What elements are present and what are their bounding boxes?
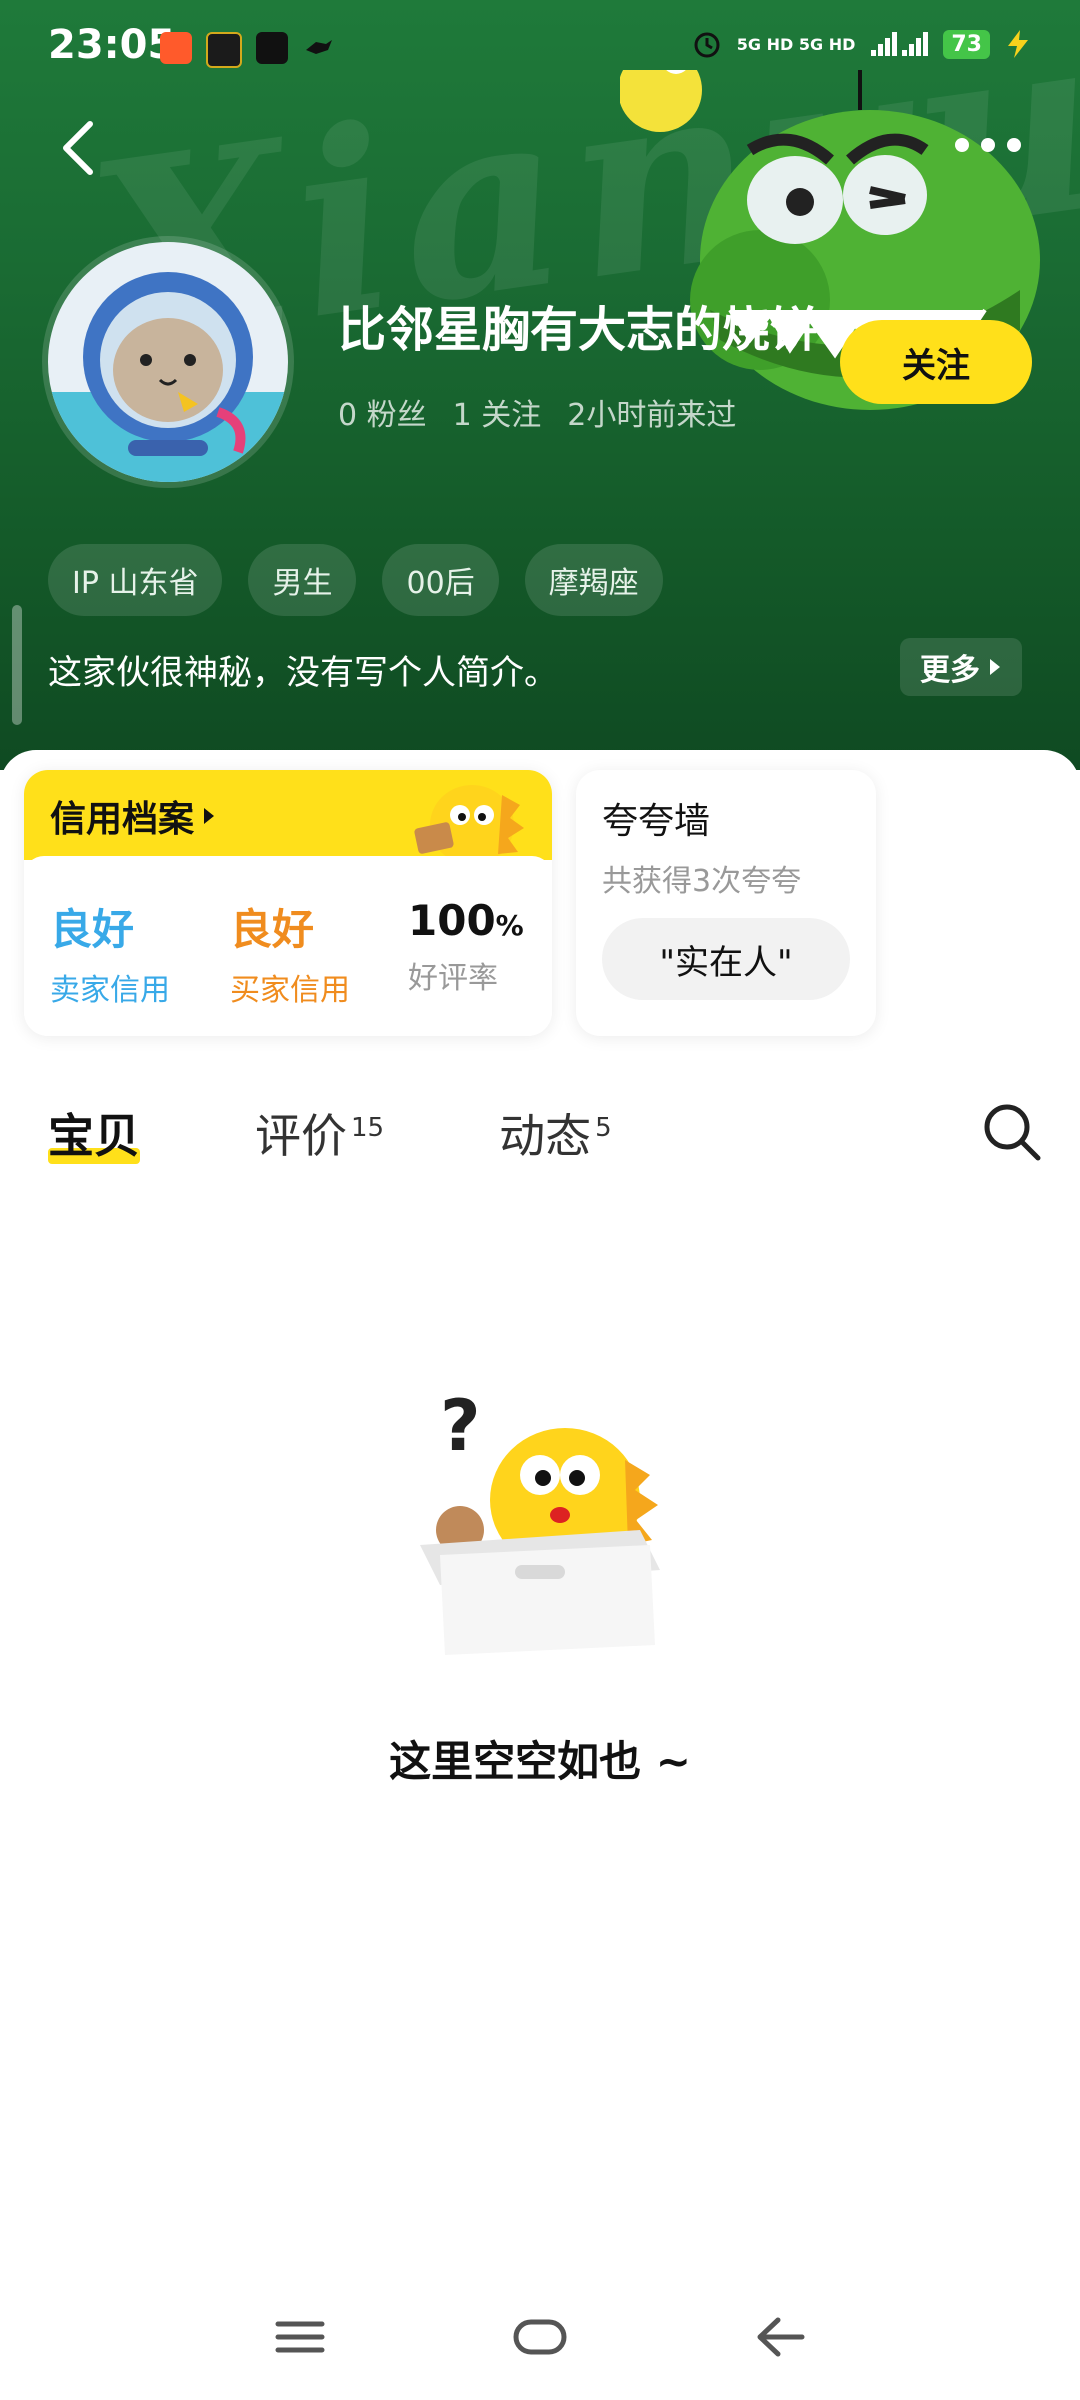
empty-state-text: 这里空空如也 ~ [389, 1737, 691, 1786]
following-count[interactable]: 1 关注 [453, 390, 542, 434]
seller-credit: 良好 卖家信用 [50, 896, 170, 1009]
more-dots-icon[interactable] [948, 120, 1028, 170]
menu-icon[interactable] [270, 2312, 330, 2362]
tab-posts[interactable]: 动态 5 [499, 1100, 612, 1166]
tag-ip-location: IP 山东省 [48, 544, 223, 616]
network-indicator: 5G HD 5G HD [736, 34, 856, 54]
cat-astronaut-avatar-icon [48, 272, 288, 482]
tab-reviews[interactable]: 评价 15 [255, 1100, 384, 1166]
tab-posts-count: 5 [595, 1112, 612, 1143]
buyer-credit-label: 买家信用 [230, 973, 350, 1008]
tab-reviews-label: 评价 [255, 1109, 347, 1163]
credit-card[interactable]: 信用档案 良好 卖家信用 良好 买家信用 100% 好评率 [24, 770, 552, 1036]
status-bar: 23:05 5G HD 5G HD 73 [0, 0, 1080, 100]
credit-card-body: 良好 卖家信用 良好 买家信用 100% 好评率 [24, 856, 552, 1036]
tag-age-group: 00后 [382, 544, 499, 616]
svg-text:?: ? [440, 1385, 481, 1467]
search-icon[interactable] [980, 1100, 1044, 1164]
avatar[interactable] [48, 242, 288, 482]
scroll-indicator [12, 605, 22, 725]
username: 比邻星胸有大志的烧饼 [338, 302, 819, 358]
tab-posts-label: 动态 [499, 1109, 592, 1163]
back-arrow-icon[interactable] [52, 118, 112, 178]
praise-wall-subtitle: 共获得3次夸夸 [602, 864, 802, 899]
seller-credit-value: 良好 [50, 905, 135, 954]
alarm-icon [694, 32, 720, 58]
rating-unit: % [495, 909, 524, 942]
profile-content: 信用档案 良好 卖家信用 良好 买家信用 100% 好评率 夸夸墙 共获得3次夸… [0, 750, 1080, 2400]
signal-bars-icon [871, 32, 929, 56]
caret-right-icon [990, 659, 1000, 675]
empty-box-mascot-icon: ? [420, 1385, 660, 1655]
buyer-credit: 良好 买家信用 [230, 896, 350, 1009]
message-notification-icon [256, 32, 288, 64]
status-time: 23:05 [48, 22, 176, 68]
bio-more-label: 更多 [920, 653, 980, 688]
profile-tabs: 宝贝 评价 15 动态 5 [48, 1100, 612, 1166]
rating-number: 100 [408, 896, 496, 945]
credit-title-label: 信用档案 [50, 799, 195, 840]
taobao-notification-icon [206, 32, 242, 68]
last-seen: 2小时前来过 [567, 398, 737, 433]
bird-notification-icon [302, 32, 334, 64]
praise-wall-card[interactable]: 夸夸墙 共获得3次夸夸 "实在人" [576, 770, 876, 1036]
positive-rating-label: 好评率 [408, 961, 498, 996]
followers-count[interactable]: 0 粉丝 [338, 390, 427, 434]
profile-tags: IP 山东省 男生 00后 摩羯座 [48, 544, 663, 616]
battery-level: 73 [943, 29, 990, 59]
charging-bolt-icon [1008, 30, 1028, 58]
tag-zodiac: 摩羯座 [524, 544, 663, 616]
yellow-fish-mascot-icon [414, 785, 524, 865]
bio-more-button[interactable]: 更多 [900, 638, 1022, 696]
praise-chip[interactable]: "实在人" [602, 918, 850, 1000]
tab-items[interactable]: 宝贝 [48, 1100, 140, 1166]
back-icon[interactable] [750, 2312, 810, 2362]
profile-bio: 这家伙很神秘，没有写个人简介。 [48, 653, 558, 693]
tab-reviews-count: 15 [351, 1112, 385, 1143]
positive-rating-value: 100% [408, 896, 524, 945]
seller-credit-label: 卖家信用 [50, 973, 170, 1008]
profile-stats: 0 粉丝 1 关注 2小时前来过 [338, 390, 736, 434]
app-notification-icon [160, 32, 192, 64]
buyer-credit-value: 良好 [230, 905, 315, 954]
follow-button[interactable]: 关注 [840, 320, 1032, 404]
system-nav-bar [0, 2290, 1080, 2386]
home-icon[interactable] [510, 2312, 570, 2362]
status-right-group: 5G HD 5G HD 73 [691, 28, 1032, 60]
caret-right-icon [204, 808, 215, 824]
praise-wall-title: 夸夸墙 [602, 801, 711, 842]
tab-items-label: 宝贝 [48, 1109, 140, 1163]
credit-title[interactable]: 信用档案 [50, 790, 216, 842]
notification-icons [160, 32, 334, 68]
tag-gender: 男生 [248, 544, 357, 616]
positive-rating: 100% 好评率 [408, 896, 524, 997]
